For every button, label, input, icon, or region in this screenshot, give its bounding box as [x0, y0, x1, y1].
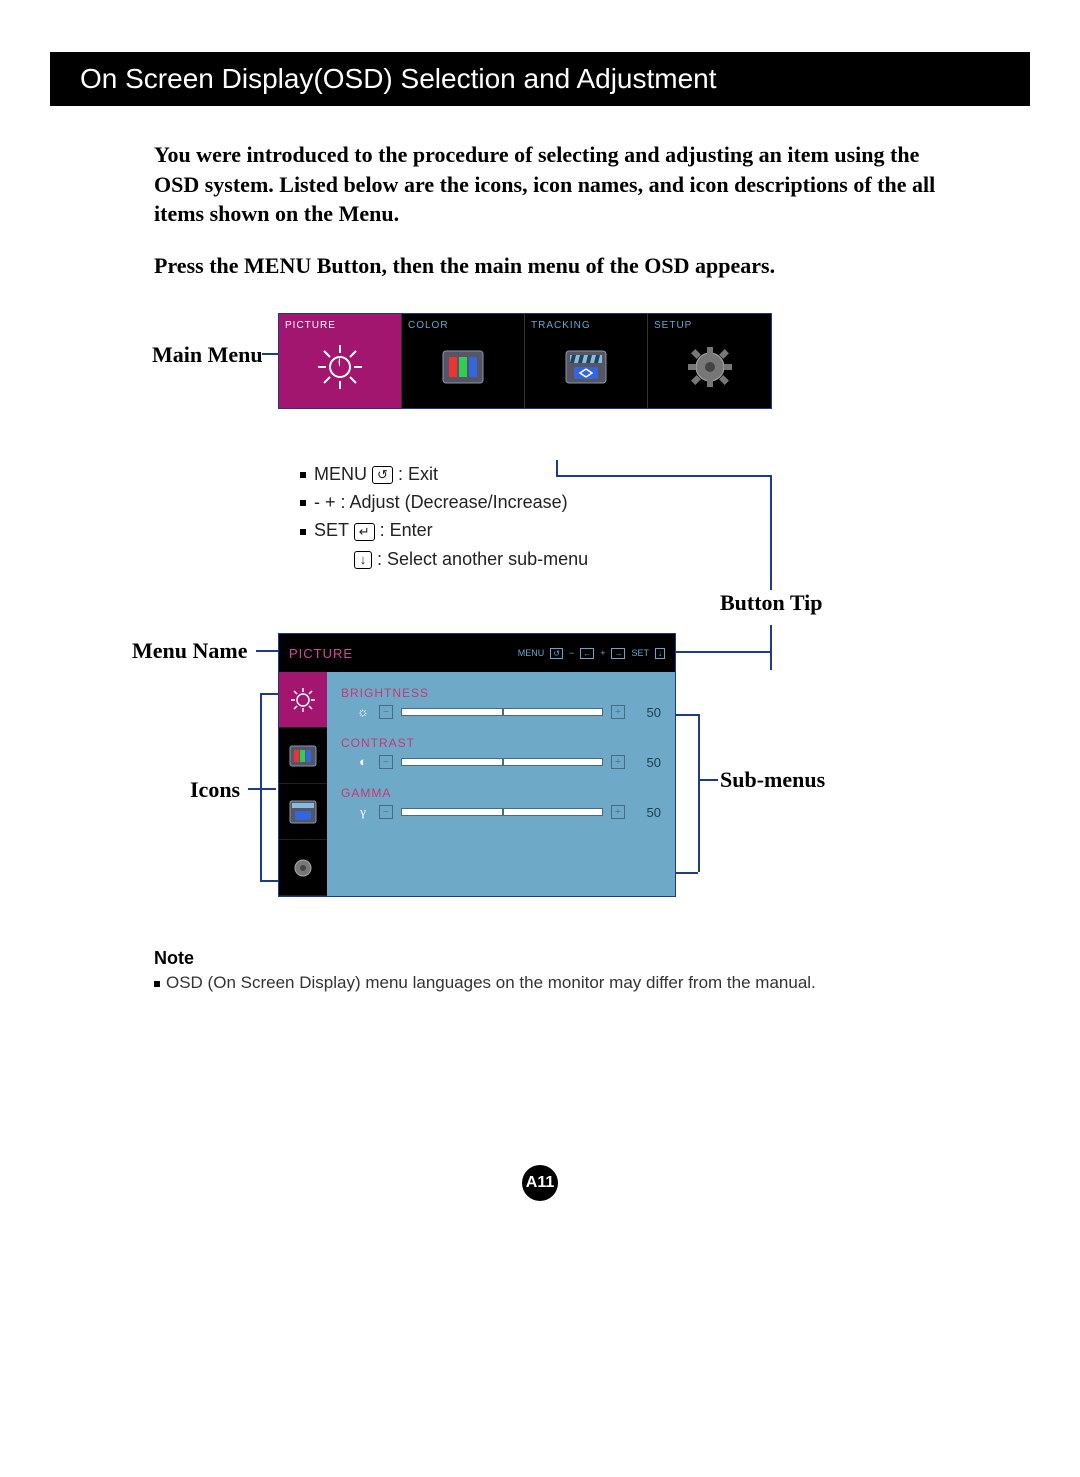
color-bars-icon: [437, 343, 489, 391]
brightness-icon: [314, 343, 366, 391]
label-sub-menus: Sub-menus: [720, 767, 825, 793]
gamma-symbol-icon: γ: [355, 804, 371, 820]
submenu-item-contrast: CONTRAST ◐ − + 50: [341, 736, 661, 770]
tile-label: TRACKING: [531, 320, 641, 331]
slider-bar[interactable]: [401, 708, 603, 716]
intro-text: You were introduced to the procedure of …: [154, 140, 960, 303]
slider-bar[interactable]: [401, 808, 603, 816]
instr-row-enter: SET ↵ : Enter: [300, 518, 588, 543]
connector: [676, 651, 770, 653]
page-number: A11: [522, 1165, 558, 1201]
plus-icon[interactable]: +: [611, 705, 625, 719]
submenu-item-brightness: BRIGHTNESS ☼ − + 50: [341, 686, 661, 720]
sub-icon-tracking[interactable]: [279, 784, 327, 840]
connector: [698, 714, 700, 872]
connector: [698, 779, 718, 781]
page-header: On Screen Display(OSD) Selection and Adj…: [50, 52, 1030, 106]
exit-key-icon: ↺: [372, 466, 393, 484]
left-mini-icon: ←: [580, 648, 594, 659]
label-menu-name: Menu Name: [132, 638, 247, 664]
note-body: OSD (On Screen Display) menu languages o…: [154, 973, 980, 993]
sub-icon-picture[interactable]: [279, 672, 327, 728]
note-title: Note: [154, 948, 980, 969]
down-mini-icon: ↓: [655, 648, 665, 659]
contrast-symbol-icon: ◐: [355, 754, 371, 770]
sub-menu-title: PICTURE: [289, 646, 353, 661]
main-menu-tile-picture[interactable]: PICTURE: [279, 314, 402, 408]
intro-p2: Press the MENU Button, then the main men…: [154, 251, 960, 281]
connector: [248, 788, 276, 790]
page-title: On Screen Display(OSD) Selection and Adj…: [80, 63, 717, 95]
sub-menu-panel: PICTURE MENU↺ −← +→ SET↓ BRIGHTNESS: [278, 633, 676, 897]
submenu-value: 50: [633, 705, 661, 720]
intro-p1: You were introduced to the procedure of …: [154, 140, 960, 229]
instr-row-exit: MENU ↺ : Exit: [300, 462, 588, 487]
enter-key-icon: ↵: [354, 523, 375, 541]
connector: [260, 693, 278, 695]
sub-icon-color[interactable]: [279, 728, 327, 784]
tracking-icon: [560, 343, 612, 391]
gear-icon: [684, 343, 736, 391]
submenu-value: 50: [633, 805, 661, 820]
sub-menu-content: BRIGHTNESS ☼ − + 50 CONTRAST ◐ − + 50: [327, 672, 675, 896]
submenu-slider-row[interactable]: ◐ − + 50: [341, 754, 661, 770]
label-main-menu: Main Menu: [152, 342, 263, 368]
connector: [676, 714, 698, 716]
connector: [770, 625, 772, 670]
button-instructions: MENU ↺ : Exit - + : Adjust (Decrease/Inc…: [300, 462, 588, 575]
submenu-label: BRIGHTNESS: [341, 686, 661, 700]
connector: [262, 353, 278, 355]
label-icons: Icons: [190, 777, 240, 803]
minus-icon[interactable]: −: [379, 705, 393, 719]
main-menu-tile-color[interactable]: COLOR: [402, 314, 525, 408]
label-button-tip: Button Tip: [720, 590, 823, 616]
submenu-slider-row[interactable]: ☼ − + 50: [341, 704, 661, 720]
minus-icon[interactable]: −: [379, 805, 393, 819]
submenu-item-gamma: GAMMA γ − + 50: [341, 786, 661, 820]
slider-bar[interactable]: [401, 758, 603, 766]
tile-label: SETUP: [654, 320, 765, 331]
main-menu-tile-setup[interactable]: SETUP: [648, 314, 771, 408]
tile-label: PICTURE: [285, 320, 395, 331]
submenu-label: GAMMA: [341, 786, 661, 800]
minus-icon[interactable]: −: [379, 755, 393, 769]
exit-mini-icon: ↺: [550, 648, 563, 659]
connector: [260, 693, 262, 881]
connector: [676, 872, 698, 874]
sub-icon-setup[interactable]: [279, 840, 327, 896]
sub-menu-button-tips: MENU↺ −← +→ SET↓: [518, 648, 665, 659]
sub-menu-icon-column: [279, 672, 327, 896]
instr-row-adjust: - + : Adjust (Decrease/Increase): [300, 490, 588, 515]
sub-menu-body: BRIGHTNESS ☼ − + 50 CONTRAST ◐ − + 50: [279, 672, 675, 896]
sub-menu-header: PICTURE MENU↺ −← +→ SET↓: [279, 634, 675, 672]
submenu-value: 50: [633, 755, 661, 770]
instr-row-select: ↓ : Select another sub-menu: [300, 547, 588, 572]
plus-icon[interactable]: +: [611, 755, 625, 769]
connector: [260, 880, 278, 882]
main-menu-tile-tracking[interactable]: TRACKING: [525, 314, 648, 408]
plus-icon[interactable]: +: [611, 805, 625, 819]
main-menu-row: PICTURE COLOR TRACKING SETUP: [278, 313, 772, 409]
note-section: Note OSD (On Screen Display) menu langua…: [154, 948, 980, 993]
right-mini-icon: →: [611, 648, 625, 659]
submenu-label: CONTRAST: [341, 736, 661, 750]
down-key-icon: ↓: [354, 551, 372, 569]
submenu-slider-row[interactable]: γ − + 50: [341, 804, 661, 820]
connector: [770, 475, 772, 590]
brightness-symbol-icon: ☼: [355, 704, 371, 720]
tile-label: COLOR: [408, 320, 518, 331]
connector: [256, 650, 278, 652]
